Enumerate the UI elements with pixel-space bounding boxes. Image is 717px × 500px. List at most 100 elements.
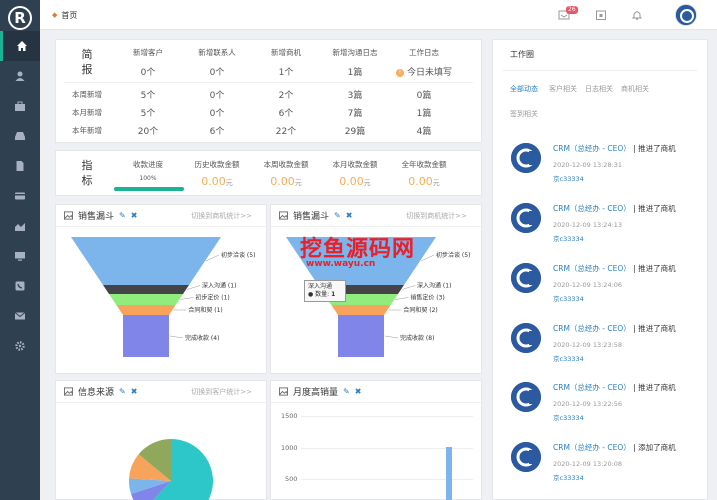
feed-item[interactable]: CRM（总经办 - CEO） | 添加了商机 2020-12-09 13:20:0… bbox=[511, 439, 701, 495]
feed-author[interactable]: CRM（总经办 - CEO） bbox=[553, 144, 631, 153]
avatar[interactable] bbox=[511, 382, 541, 412]
feed-text: CRM（总经办 - CEO） | 推进了商机 bbox=[553, 324, 676, 333]
month-contacts: 0个 bbox=[209, 109, 225, 119]
week-contacts: 0个 bbox=[209, 91, 225, 101]
pencil-icon[interactable]: ✎ bbox=[119, 387, 126, 396]
feed-item[interactable]: CRM（总经办 - CEO） | 推进了商机 2020-12-09 13:23:5… bbox=[511, 320, 701, 376]
bell-icon[interactable] bbox=[631, 9, 643, 21]
image-icon bbox=[279, 211, 288, 220]
workspace-panel: 工作圈 全部动态 客户相关 日志相关 商机相关 签到相关 CRM（总经办 - C… bbox=[492, 39, 708, 500]
tab-customer[interactable]: 客户相关 bbox=[549, 84, 577, 94]
today-customers: 0个 bbox=[140, 68, 156, 78]
y-tick-1000: 1000 bbox=[281, 444, 298, 452]
funnel-stage[interactable] bbox=[123, 315, 169, 357]
feed-text: CRM（总经办 - CEO） | 推进了商机 bbox=[553, 264, 676, 273]
crm-avatar-icon bbox=[511, 203, 541, 233]
nav-mail[interactable] bbox=[0, 301, 40, 331]
feed-user[interactable]: 京c33334 bbox=[553, 173, 584, 183]
close-icon[interactable]: ✖ bbox=[346, 211, 353, 220]
funnel-stage[interactable] bbox=[331, 305, 391, 315]
avatar[interactable] bbox=[511, 203, 541, 233]
tab-checkin[interactable]: 签到相关 bbox=[510, 109, 538, 119]
month-worklog: 1篇 bbox=[416, 109, 432, 119]
nav-business[interactable] bbox=[0, 91, 40, 121]
bar bbox=[446, 447, 452, 500]
feed-action: 推进了商机 bbox=[638, 204, 676, 213]
feed-author[interactable]: CRM（总经办 - CEO） bbox=[553, 443, 631, 452]
close-icon[interactable]: ✖ bbox=[131, 211, 138, 220]
image-icon bbox=[279, 387, 288, 396]
image-icon bbox=[64, 387, 73, 396]
col-history-amount: 历史收款金额 bbox=[194, 160, 240, 169]
funnel-stage[interactable] bbox=[103, 285, 189, 294]
feed-item[interactable]: CRM（总经办 - CEO） | 推进了商机 2020-12-09 13:24:1… bbox=[511, 200, 701, 256]
nav-documents[interactable] bbox=[0, 151, 40, 181]
funnel2-switch-link[interactable]: 切换到商机统计>> bbox=[406, 211, 467, 221]
calendar-icon[interactable] bbox=[595, 9, 607, 21]
nav-monitor[interactable] bbox=[0, 241, 40, 271]
today-contacts: 0个 bbox=[209, 68, 225, 78]
funnel1-switch-link[interactable]: 切换到商机统计>> bbox=[191, 211, 252, 221]
pencil-icon[interactable]: ✎ bbox=[119, 211, 126, 220]
funnel1-chart: 初步洽谈 (5) 深入沟通 (1) 初步定价 (1) 合同和契 (1) 完成收款 (4) bbox=[71, 237, 255, 357]
home-icon bbox=[16, 41, 27, 51]
funnel-stage[interactable] bbox=[338, 315, 384, 357]
pencil-icon[interactable]: ✎ bbox=[343, 387, 350, 396]
nav-customers[interactable] bbox=[0, 61, 40, 91]
feed-author[interactable]: CRM（总经办 - CEO） bbox=[553, 324, 631, 333]
avatar[interactable] bbox=[511, 263, 541, 293]
funnel-leader-line bbox=[401, 285, 416, 290]
feed-item[interactable]: CRM（总经办 - CEO） | 推进了商机 2020-12-09 13:24:0… bbox=[511, 260, 701, 316]
nav-stats[interactable] bbox=[0, 211, 40, 241]
feed-action: 推进了商机 bbox=[638, 264, 676, 273]
nav-home[interactable] bbox=[0, 31, 40, 61]
funnel-leader-line bbox=[180, 297, 194, 300]
feed-text: CRM（总经办 - CEO） | 添加了商机 bbox=[553, 443, 676, 452]
feed-action: 推进了商机 bbox=[638, 144, 676, 153]
tab-logs[interactable]: 日志相关 bbox=[585, 84, 613, 94]
feed-time: 2020-12-09 13:22:56 bbox=[553, 400, 623, 408]
avatar[interactable] bbox=[675, 4, 697, 26]
funnel-stage[interactable] bbox=[109, 294, 183, 305]
feed-user[interactable]: 京c33334 bbox=[553, 293, 584, 303]
feed-item[interactable]: CRM（总经办 - CEO） | 推进了商机 2020-12-09 13:28:3… bbox=[511, 140, 701, 196]
feed-user[interactable]: 京c33334 bbox=[553, 233, 584, 243]
source-pie-chart bbox=[129, 439, 213, 500]
indicators-panel: 指 标 收款进度 历史收款金额 本周收款金额 本月收款金额 全年收款金额 100… bbox=[55, 150, 482, 196]
col-new-opportunities: 新增商机 bbox=[271, 48, 301, 57]
pencil-icon[interactable]: ✎ bbox=[334, 211, 341, 220]
feed-user[interactable]: 京c33334 bbox=[553, 472, 584, 482]
funnel-stage-label: 合同和契 (1) bbox=[188, 306, 222, 314]
feed-author[interactable]: CRM（总经办 - CEO） bbox=[553, 264, 631, 273]
nav-inbox[interactable] bbox=[0, 121, 40, 151]
workspace-divider bbox=[503, 70, 697, 71]
source-switch-link[interactable]: 切换到客户统计>> bbox=[191, 387, 252, 397]
nav-phone[interactable] bbox=[0, 271, 40, 301]
funnel-stage[interactable] bbox=[71, 237, 221, 285]
funnel-stage[interactable] bbox=[116, 305, 176, 315]
feed-author[interactable]: CRM（总经办 - CEO） bbox=[553, 383, 631, 392]
monthly-header: 月度高销量 ✎ ✖ bbox=[271, 381, 481, 403]
nav-payments[interactable] bbox=[0, 181, 40, 211]
nav-settings[interactable] bbox=[0, 331, 40, 361]
feed-author[interactable]: CRM（总经办 - CEO） bbox=[553, 204, 631, 213]
avatar[interactable] bbox=[511, 442, 541, 472]
avatar[interactable] bbox=[511, 143, 541, 173]
funnel-leader-line bbox=[384, 335, 399, 339]
tab-home[interactable]: ◆ 首页 bbox=[52, 0, 77, 30]
avatar[interactable] bbox=[511, 323, 541, 353]
tab-all-activity[interactable]: 全部动态 bbox=[510, 84, 538, 94]
feed-user[interactable]: 京c33334 bbox=[553, 412, 584, 422]
feed-user[interactable]: 京c33334 bbox=[553, 353, 584, 363]
monitor-icon bbox=[15, 252, 25, 261]
today-worklog[interactable]: ! 今日未填写 bbox=[389, 65, 459, 78]
progress-bar bbox=[114, 187, 184, 191]
feed-item[interactable]: CRM（总经办 - CEO） | 推进了商机 2020-12-09 13:22:5… bbox=[511, 379, 701, 435]
tab-opportunities[interactable]: 商机相关 bbox=[621, 84, 649, 94]
close-icon[interactable]: ✖ bbox=[355, 387, 362, 396]
crm-avatar-icon bbox=[511, 263, 541, 293]
year-opportunities: 22个 bbox=[275, 127, 297, 137]
month-amount: 0.00元 bbox=[339, 175, 371, 188]
credit-card-icon bbox=[15, 192, 25, 200]
close-icon[interactable]: ✖ bbox=[131, 387, 138, 396]
